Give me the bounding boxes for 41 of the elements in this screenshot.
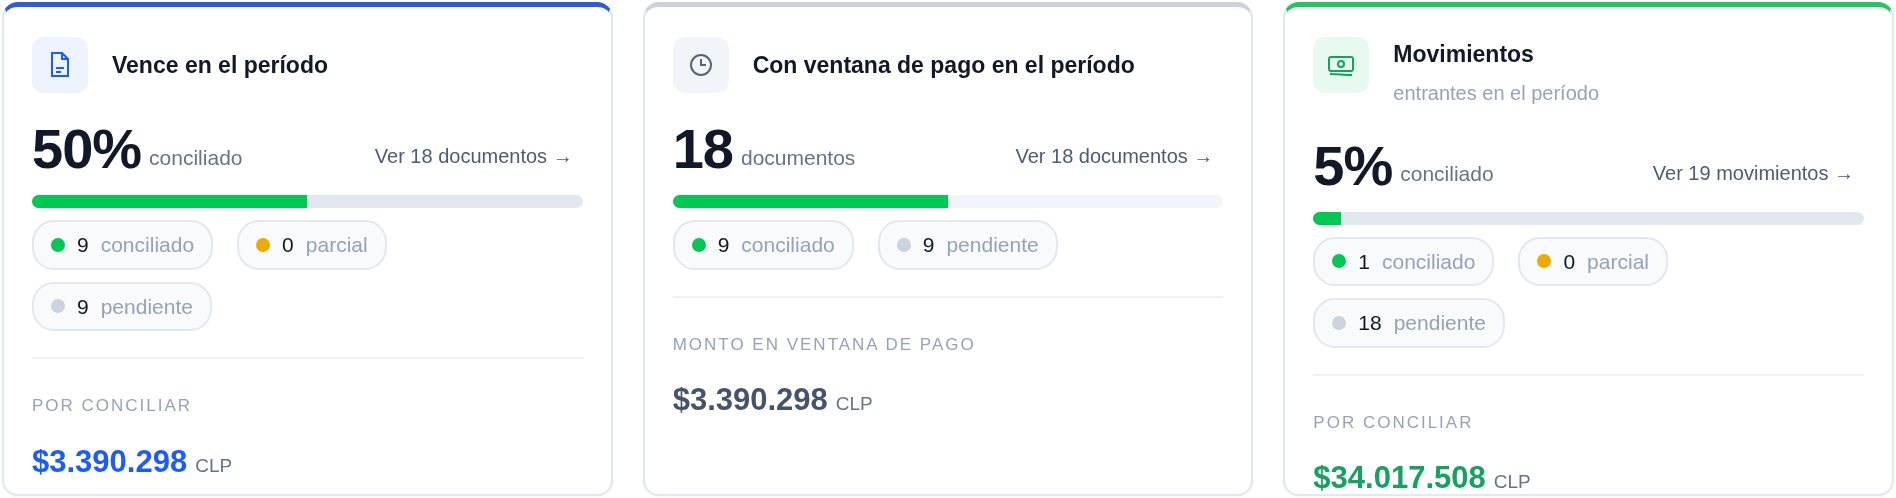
- status-label: conciliado: [741, 232, 835, 258]
- status-count: 9: [922, 232, 935, 258]
- footer-label: POR CONCILIAR: [32, 395, 194, 417]
- amount-value: $3.390.298: [672, 381, 828, 419]
- headline-value: 50%: [32, 121, 142, 177]
- view-link[interactable]: Ver 18 documentos →: [1015, 141, 1224, 177]
- currency-code: CLP: [835, 392, 873, 416]
- status-count: 0: [282, 232, 294, 258]
- currency-code: CLP: [1493, 470, 1531, 494]
- status-label: pendiente: [100, 293, 193, 320]
- document-icon: [32, 37, 88, 93]
- footer-label: POR CONCILIAR: [1313, 411, 1475, 434]
- clock-icon: [672, 37, 729, 93]
- status-label: conciliado: [1382, 248, 1476, 275]
- currency-code: CLP: [195, 453, 233, 478]
- card-subtitle: entrantes en el período: [1393, 80, 1600, 106]
- status-count: 1: [1358, 248, 1370, 275]
- banknote-icon: [1313, 37, 1370, 93]
- amount-value: $3.390.298: [32, 442, 188, 481]
- headline-value: 18: [672, 121, 733, 177]
- status-count: 0: [1563, 248, 1576, 275]
- card-title: Movimientos: [1393, 40, 1535, 69]
- view-link[interactable]: Ver 19 movimientos →: [1652, 157, 1864, 194]
- status-label: parcial: [1587, 248, 1649, 275]
- status-count: 18: [1358, 310, 1382, 336]
- headline-unit: conciliado: [149, 144, 243, 171]
- headline-value: 5%: [1313, 137, 1393, 194]
- card-title: Vence en el período: [112, 50, 329, 80]
- amount-value: $34.017.508: [1313, 459, 1486, 497]
- view-link[interactable]: Ver 18 documentos →: [374, 141, 583, 177]
- status-count: 9: [77, 293, 89, 320]
- status-label: pendiente: [946, 232, 1039, 258]
- status-label: pendiente: [1393, 310, 1486, 336]
- status-count: 9: [77, 232, 89, 258]
- headline-unit: conciliado: [1400, 161, 1494, 187]
- status-count: 9: [717, 232, 730, 258]
- status-label: conciliado: [100, 232, 195, 258]
- card-title: Con ventana de pago en el período: [752, 50, 1135, 80]
- footer-label: MONTO EN VENTANA DE PAGO: [672, 333, 977, 356]
- headline-unit: documentos: [740, 144, 856, 171]
- status-label: parcial: [305, 232, 368, 258]
